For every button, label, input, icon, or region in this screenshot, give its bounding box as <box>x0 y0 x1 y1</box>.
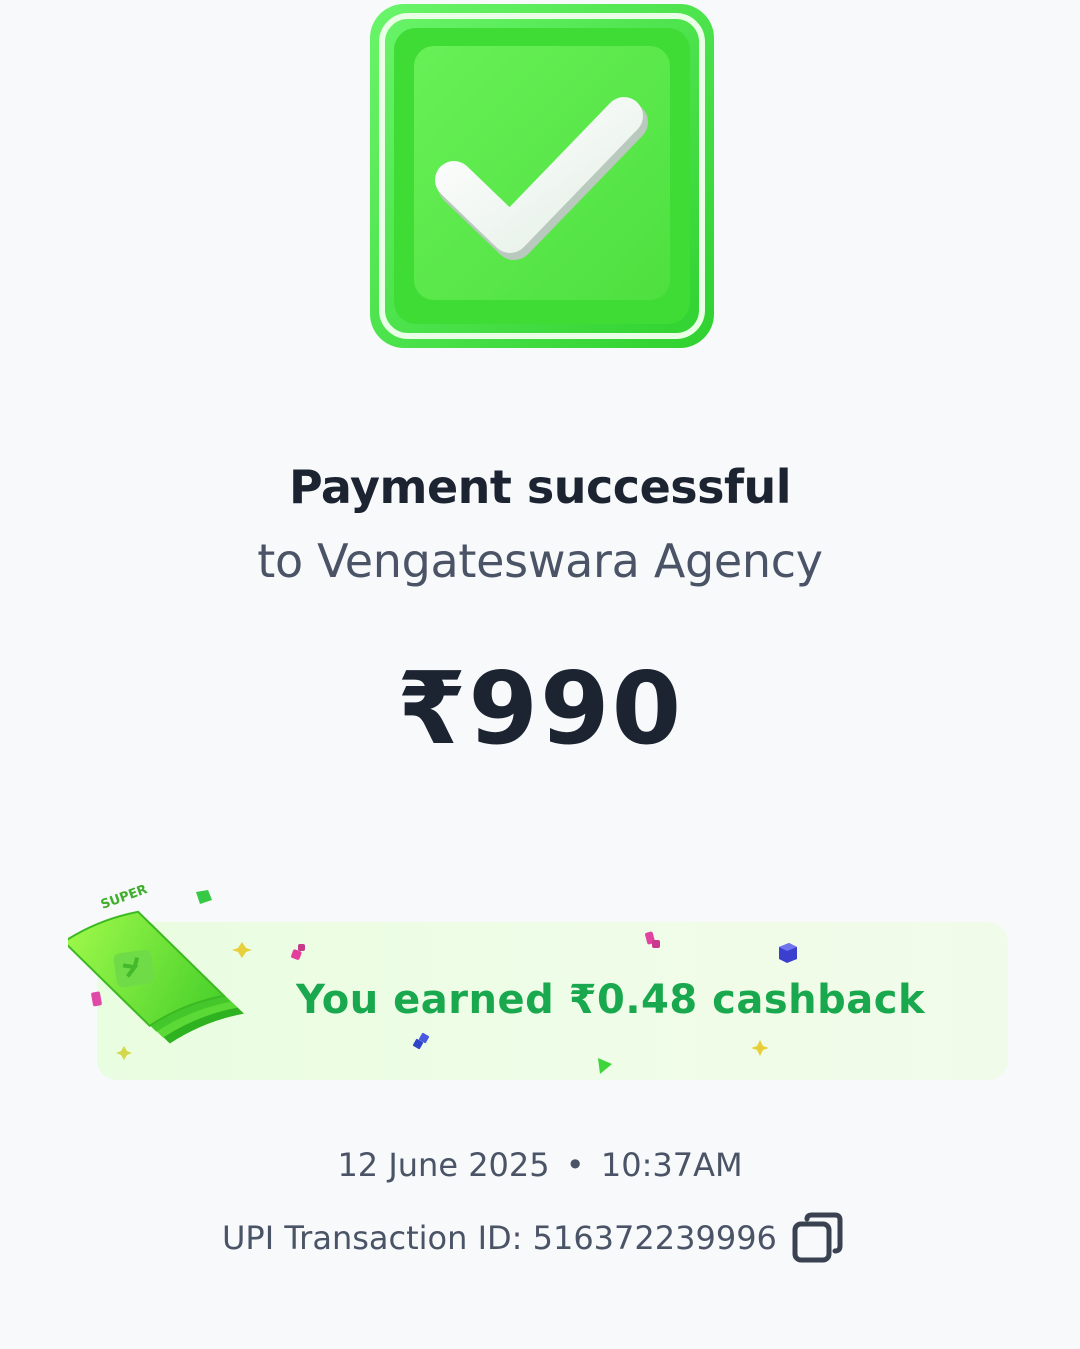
datetime-separator: • <box>565 1146 585 1184</box>
transaction-id: UPI Transaction ID: 516372239996 <box>222 1219 777 1257</box>
transaction-id-row: UPI Transaction ID: 516372239996 <box>222 1212 845 1263</box>
transaction-time: 10:37AM <box>600 1146 743 1184</box>
cashback-earned-text: You earned ₹0.48 cashback <box>296 977 926 1023</box>
copy-icon[interactable] <box>791 1211 845 1265</box>
transaction-date: 12 June 2025 <box>337 1146 550 1184</box>
transaction-datetime: 12 June 2025 • 10:37AM <box>0 1146 1080 1184</box>
